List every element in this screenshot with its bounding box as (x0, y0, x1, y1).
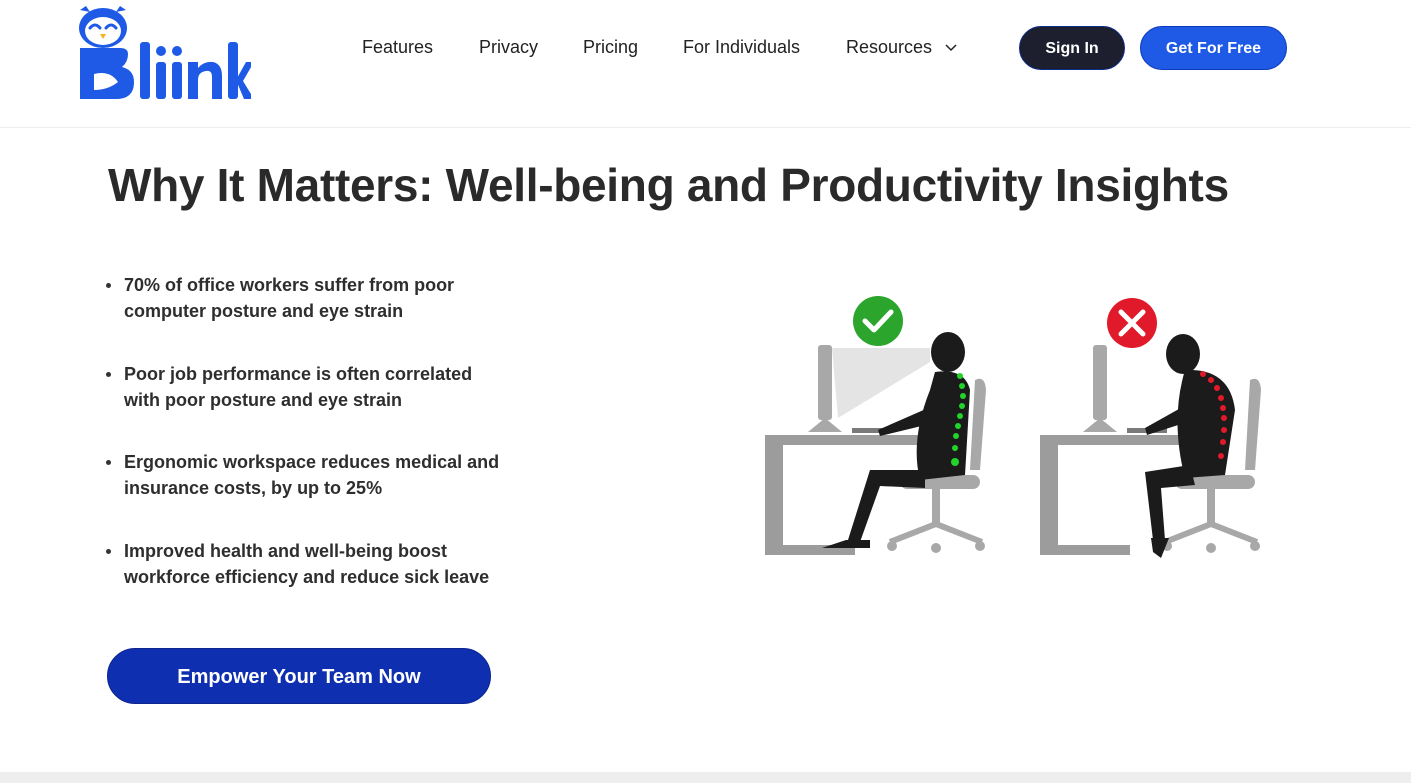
good-posture-figure (765, 296, 986, 555)
bullet-dot (106, 549, 111, 554)
nav-pricing[interactable]: Pricing (583, 36, 638, 58)
section-title: Why It Matters: Well-being and Productiv… (108, 159, 1229, 211)
insight-item: Improved health and well-being boost wor… (106, 538, 546, 590)
insight-item: Ergonomic workspace reduces medical and … (106, 449, 546, 501)
site-header: Features Privacy Pricing For Individuals… (0, 0, 1411, 128)
nav-resources[interactable]: Resources (846, 36, 957, 58)
posture-illustration (765, 296, 1261, 558)
insight-line: computer posture and eye strain (124, 301, 404, 321)
insight-item: 70% of office workers suffer from poor c… (106, 272, 546, 324)
nav-features[interactable]: Features (362, 36, 433, 58)
insight-line: Poor job performance is often correlated (124, 364, 473, 384)
bullet-dot (106, 283, 111, 288)
get-for-free-button[interactable]: Get For Free (1140, 26, 1287, 70)
nav-for-individuals[interactable]: For Individuals (683, 36, 800, 58)
sign-in-button[interactable]: Sign In (1019, 26, 1125, 70)
bullet-dot (106, 372, 111, 377)
insight-line: workforce efficiency and reduce sick lea… (124, 567, 490, 587)
check-circle-icon (853, 296, 903, 346)
nav-resources-label: Resources (846, 37, 933, 57)
insight-line: with poor posture and eye strain (124, 390, 403, 410)
insight-line: insurance costs, by up to 25% (124, 478, 383, 498)
empower-team-button[interactable]: Empower Your Team Now (107, 648, 491, 704)
footer-divider (0, 772, 1411, 783)
bad-posture-figure (1040, 298, 1261, 558)
bliink-logo[interactable] (76, 4, 251, 104)
insight-line: 70% of office workers suffer from poor (124, 275, 455, 295)
owl-icon (79, 6, 127, 48)
nav-privacy[interactable]: Privacy (479, 36, 538, 58)
chevron-down-icon (945, 44, 957, 52)
bullet-dot (106, 460, 111, 465)
insight-line: Ergonomic workspace reduces medical and (124, 452, 500, 472)
insight-line: Improved health and well-being boost (124, 541, 448, 561)
insight-item: Poor job performance is often correlated… (106, 361, 546, 413)
